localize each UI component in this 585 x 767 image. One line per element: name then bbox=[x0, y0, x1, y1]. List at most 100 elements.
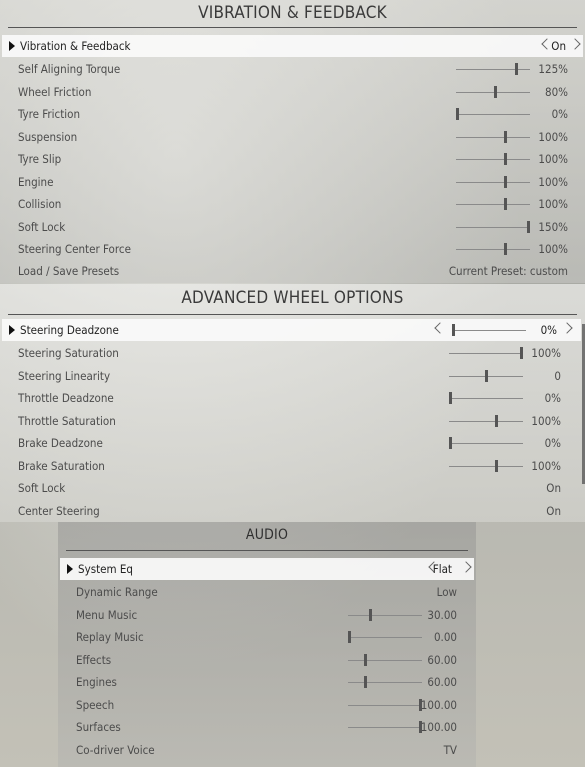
list-item[interactable]: Center Steering On bbox=[0, 500, 585, 522]
list-item[interactable]: Steering Linearity 0 bbox=[0, 365, 585, 387]
list-item[interactable]: Engine 100% bbox=[0, 171, 585, 193]
value-slider[interactable] bbox=[348, 653, 422, 666]
slider-knob[interactable] bbox=[495, 414, 498, 427]
list-item[interactable]: Dynamic Range Low bbox=[58, 581, 476, 603]
row-label: Steering Deadzone bbox=[20, 323, 119, 337]
row-label: Suspension bbox=[18, 129, 78, 144]
value-slider[interactable] bbox=[456, 108, 530, 120]
selection-caret-icon bbox=[9, 41, 15, 51]
value-slider[interactable] bbox=[456, 63, 530, 75]
list-item[interactable]: Wheel Friction 80% bbox=[0, 81, 585, 103]
value-slider[interactable] bbox=[449, 414, 523, 427]
slider-knob[interactable] bbox=[504, 175, 507, 188]
advanced-wheel-panel: ADVANCED WHEEL OPTIONS Steering Deadzone… bbox=[0, 284, 585, 522]
chevron-left-icon[interactable] bbox=[434, 322, 446, 334]
row-value: 30.00 bbox=[427, 607, 457, 622]
slider-knob[interactable] bbox=[515, 63, 518, 75]
value-slider[interactable] bbox=[456, 153, 530, 165]
list-item[interactable]: Speech 100.00 bbox=[58, 694, 476, 716]
row-label: Steering Linearity bbox=[18, 368, 111, 383]
presets-row[interactable]: Load / Save Presets Current Preset: cust… bbox=[0, 260, 585, 282]
list-item[interactable]: Throttle Deadzone 0% bbox=[0, 387, 585, 409]
list-item[interactable]: Brake Deadzone 0% bbox=[0, 432, 585, 454]
slider-knob[interactable] bbox=[520, 347, 523, 359]
list-item[interactable]: Tyre Slip 100% bbox=[0, 148, 585, 170]
slider-knob[interactable] bbox=[348, 631, 351, 643]
list-item[interactable]: Replay Music 0.00 bbox=[58, 626, 476, 648]
slider-knob[interactable] bbox=[369, 608, 372, 621]
value-slider[interactable] bbox=[449, 347, 523, 359]
value-slider[interactable] bbox=[348, 631, 422, 643]
slider-knob[interactable] bbox=[456, 108, 459, 120]
list-item[interactable]: Soft Lock On bbox=[0, 477, 585, 499]
value-slider[interactable] bbox=[348, 698, 422, 711]
slider-knob[interactable] bbox=[504, 153, 507, 165]
row-value: 0% bbox=[544, 391, 561, 405]
row-label: Surfaces bbox=[76, 720, 121, 734]
list-item[interactable]: Co-driver Voice TV bbox=[58, 739, 476, 761]
system-eq-row[interactable]: System Eq Flat bbox=[60, 558, 474, 580]
slider-knob[interactable] bbox=[504, 130, 507, 143]
slider-knob[interactable] bbox=[485, 369, 488, 382]
slider-knob[interactable] bbox=[364, 676, 367, 688]
slider-knob[interactable] bbox=[504, 243, 507, 255]
slider-knob[interactable] bbox=[449, 392, 452, 404]
chevron-right-icon[interactable] bbox=[569, 38, 581, 50]
row-label: Throttle Deadzone bbox=[18, 391, 114, 405]
value-slider[interactable] bbox=[449, 437, 523, 449]
list-item[interactable]: Effects 60.00 bbox=[58, 649, 476, 671]
value-slider[interactable] bbox=[449, 392, 523, 404]
list-item[interactable]: Throttle Saturation 100% bbox=[0, 410, 585, 432]
row-value: 60.00 bbox=[427, 652, 457, 667]
value-slider[interactable] bbox=[348, 608, 422, 621]
title-divider bbox=[8, 314, 577, 315]
row-value: On bbox=[546, 481, 561, 495]
row-value: 100% bbox=[531, 413, 561, 428]
slider-knob[interactable] bbox=[504, 198, 507, 210]
value-slider[interactable] bbox=[456, 130, 530, 143]
row-label: Dynamic Range bbox=[76, 585, 158, 599]
row-label: Collision bbox=[18, 197, 62, 211]
list-item[interactable]: Collision 100% bbox=[0, 193, 585, 215]
row-value: 0 bbox=[554, 368, 561, 383]
slider-knob[interactable] bbox=[449, 437, 452, 449]
row-value: 60.00 bbox=[427, 675, 457, 689]
row-label: Effects bbox=[76, 652, 112, 667]
row-label: Brake Saturation bbox=[18, 458, 105, 473]
list-item[interactable]: Surfaces 100.00 bbox=[58, 716, 476, 738]
row-label: Engine bbox=[18, 174, 54, 189]
title-divider bbox=[8, 27, 577, 28]
value-slider[interactable] bbox=[456, 220, 530, 233]
list-item[interactable]: Steering Saturation 100% bbox=[0, 342, 585, 364]
row-value: 0% bbox=[544, 436, 561, 450]
value-slider[interactable] bbox=[348, 676, 422, 688]
row-label: Self Aligning Torque bbox=[18, 62, 121, 76]
value-slider[interactable] bbox=[456, 198, 530, 210]
slider-knob[interactable] bbox=[495, 459, 498, 472]
list-item[interactable]: Menu Music 30.00 bbox=[58, 604, 476, 626]
chevron-right-icon[interactable] bbox=[460, 561, 472, 573]
value-slider[interactable] bbox=[348, 721, 422, 733]
list-item[interactable]: Tyre Friction 0% bbox=[0, 103, 585, 125]
value-slider[interactable] bbox=[456, 85, 530, 98]
list-item[interactable]: Soft Lock 150% bbox=[0, 216, 585, 238]
list-item[interactable]: Engines 60.00 bbox=[58, 671, 476, 693]
value-slider[interactable] bbox=[449, 459, 523, 472]
row-value: 100% bbox=[531, 458, 561, 473]
steering-deadzone-slider[interactable] bbox=[452, 324, 526, 336]
steering-deadzone-row[interactable]: Steering Deadzone 0% bbox=[2, 319, 581, 341]
vibration-feedback-row[interactable]: Vibration & Feedback On bbox=[2, 35, 583, 57]
value-slider[interactable] bbox=[456, 243, 530, 255]
value-slider[interactable] bbox=[449, 369, 523, 382]
chevron-right-icon[interactable] bbox=[561, 322, 573, 334]
list-item[interactable]: Suspension 100% bbox=[0, 126, 585, 148]
slider-knob[interactable] bbox=[364, 653, 367, 666]
list-item[interactable]: Brake Saturation 100% bbox=[0, 455, 585, 477]
list-item[interactable]: Steering Center Force 100% bbox=[0, 238, 585, 260]
value-slider[interactable] bbox=[456, 175, 530, 188]
slider-knob[interactable] bbox=[452, 324, 455, 336]
row-value: 125% bbox=[538, 62, 568, 76]
slider-knob[interactable] bbox=[494, 85, 497, 98]
slider-knob[interactable] bbox=[527, 220, 530, 233]
list-item[interactable]: Self Aligning Torque 125% bbox=[0, 58, 585, 80]
